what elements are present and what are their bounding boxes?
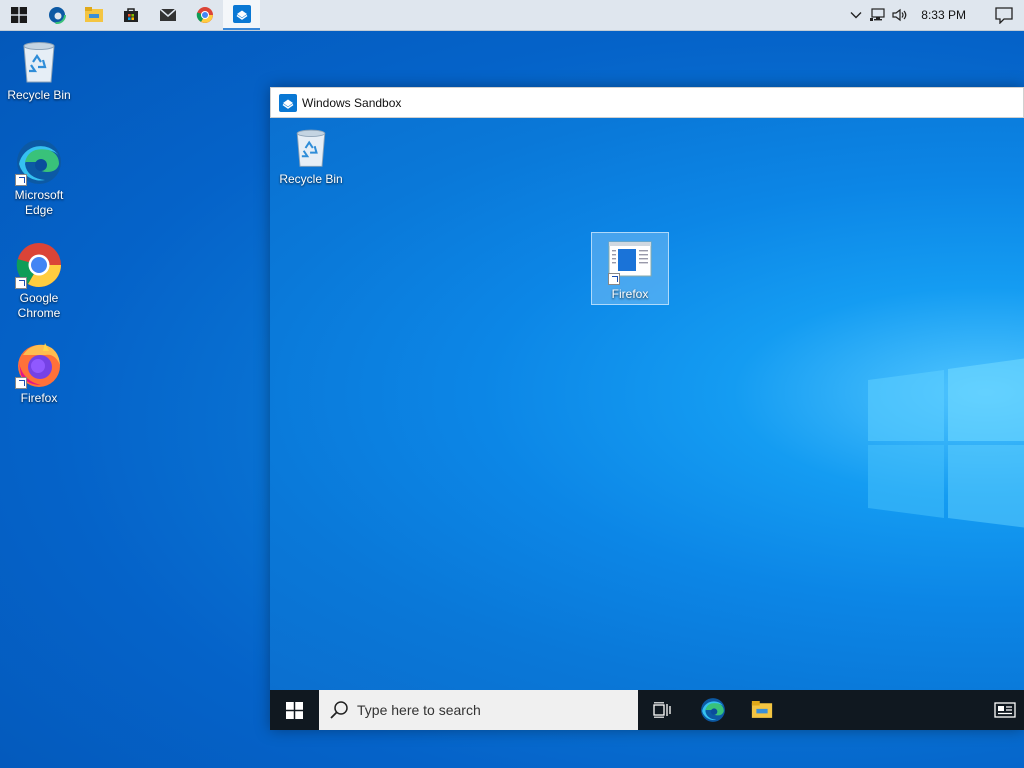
action-center-button[interactable]	[984, 0, 1024, 30]
file-explorer-icon	[751, 701, 773, 718]
desktop-icon-recycle-bin[interactable]: Recycle Bin	[1, 38, 77, 103]
taskbar-mail-button[interactable]	[149, 0, 186, 30]
windows-start-icon	[10, 7, 27, 23]
chevron-up-icon	[850, 12, 862, 19]
sandbox-window: Windows Sandbox Recycle Bin Firefox Type…	[270, 87, 1024, 730]
host-taskbar: 8:33 PM	[0, 0, 1024, 31]
shortcut-arrow-icon	[15, 174, 27, 186]
search-placeholder: Type here to search	[357, 702, 481, 718]
action-center-icon	[995, 6, 1013, 24]
sandbox-taskbar: Type here to search	[270, 690, 1024, 730]
desktop-icon-label: Firefox	[20, 391, 58, 405]
network-icon	[870, 8, 885, 21]
task-view-button[interactable]	[638, 690, 686, 730]
store-icon	[123, 8, 138, 22]
taskbar-chrome-button[interactable]	[186, 0, 223, 30]
desktop-icon-firefox[interactable]: Firefox	[1, 341, 77, 406]
taskbar-sandbox-button[interactable]	[223, 0, 260, 30]
desktop-icon-label: Google Chrome	[17, 291, 61, 320]
search-icon	[330, 701, 348, 719]
start-button[interactable]	[0, 0, 37, 30]
shortcut-arrow-icon	[15, 377, 27, 389]
windows-logo-wallpaper	[868, 358, 1024, 528]
taskbar-store-button[interactable]	[112, 0, 149, 30]
shortcut-arrow-icon	[608, 273, 620, 285]
sandbox-title-bar[interactable]: Windows Sandbox	[270, 87, 1024, 118]
sandbox-icon-recycle-bin[interactable]: Recycle Bin	[272, 126, 350, 187]
sandbox-desktop: Recycle Bin Firefox	[270, 118, 1024, 690]
show-hidden-icons-button[interactable]	[845, 0, 867, 30]
desktop-icon-label: Recycle Bin	[279, 172, 343, 186]
news-and-interests-button[interactable]	[986, 690, 1024, 730]
desktop-icon-microsoft-edge[interactable]: Microsoft Edge	[1, 138, 77, 218]
sandbox-window-title: Windows Sandbox	[302, 95, 402, 110]
system-tray: 8:33 PM	[845, 0, 1024, 30]
taskbar-edge-button[interactable]	[38, 0, 75, 30]
recycle-bin-icon	[296, 129, 326, 167]
sandbox-start-button[interactable]	[270, 690, 318, 730]
desktop-icon-label: Firefox	[611, 287, 649, 301]
windows-sandbox-icon	[232, 5, 251, 23]
windows-sandbox-icon	[279, 93, 297, 112]
news-icon	[994, 702, 1016, 718]
sandbox-icon-firefox[interactable]: Firefox	[591, 232, 669, 305]
mail-icon	[159, 8, 176, 21]
sandbox-edge-button[interactable]	[689, 690, 737, 730]
chrome-icon	[196, 7, 213, 23]
desktop-icon-label: Microsoft Edge	[14, 188, 64, 217]
edge-icon	[701, 698, 725, 722]
sandbox-file-explorer-button[interactable]	[738, 690, 786, 730]
sandbox-search-box[interactable]: Type here to search	[319, 690, 638, 730]
application-icon	[608, 241, 652, 277]
network-button[interactable]	[867, 0, 889, 30]
edge-icon	[47, 6, 66, 24]
shortcut-arrow-icon	[15, 277, 27, 289]
volume-icon	[892, 8, 907, 22]
task-view-icon	[653, 702, 671, 718]
windows-start-icon	[285, 701, 303, 719]
desktop-icon-label: Recycle Bin	[7, 88, 71, 102]
clock[interactable]: 8:33 PM	[911, 8, 984, 22]
file-explorer-icon	[84, 7, 103, 22]
desktop-icon-google-chrome[interactable]: Google Chrome	[1, 241, 77, 321]
taskbar-file-explorer-button[interactable]	[75, 0, 112, 30]
recycle-bin-icon	[23, 42, 55, 83]
volume-button[interactable]	[889, 0, 911, 30]
